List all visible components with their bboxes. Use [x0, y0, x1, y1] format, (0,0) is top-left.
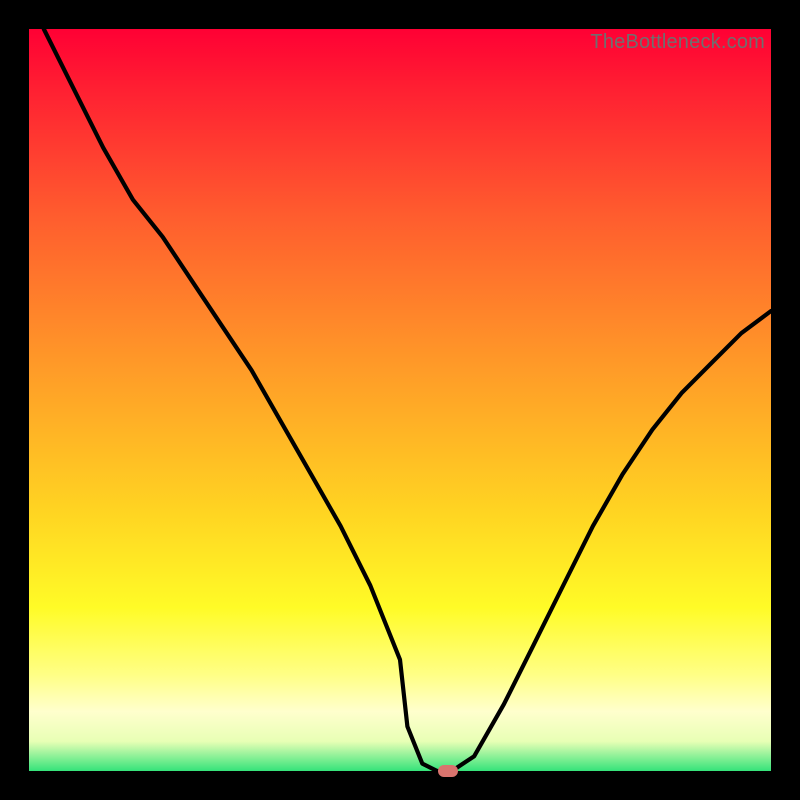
plot-area: TheBottleneck.com [29, 29, 771, 771]
chart-frame: TheBottleneck.com [0, 0, 800, 800]
bottleneck-curve [29, 29, 771, 771]
optimum-marker [438, 765, 458, 777]
